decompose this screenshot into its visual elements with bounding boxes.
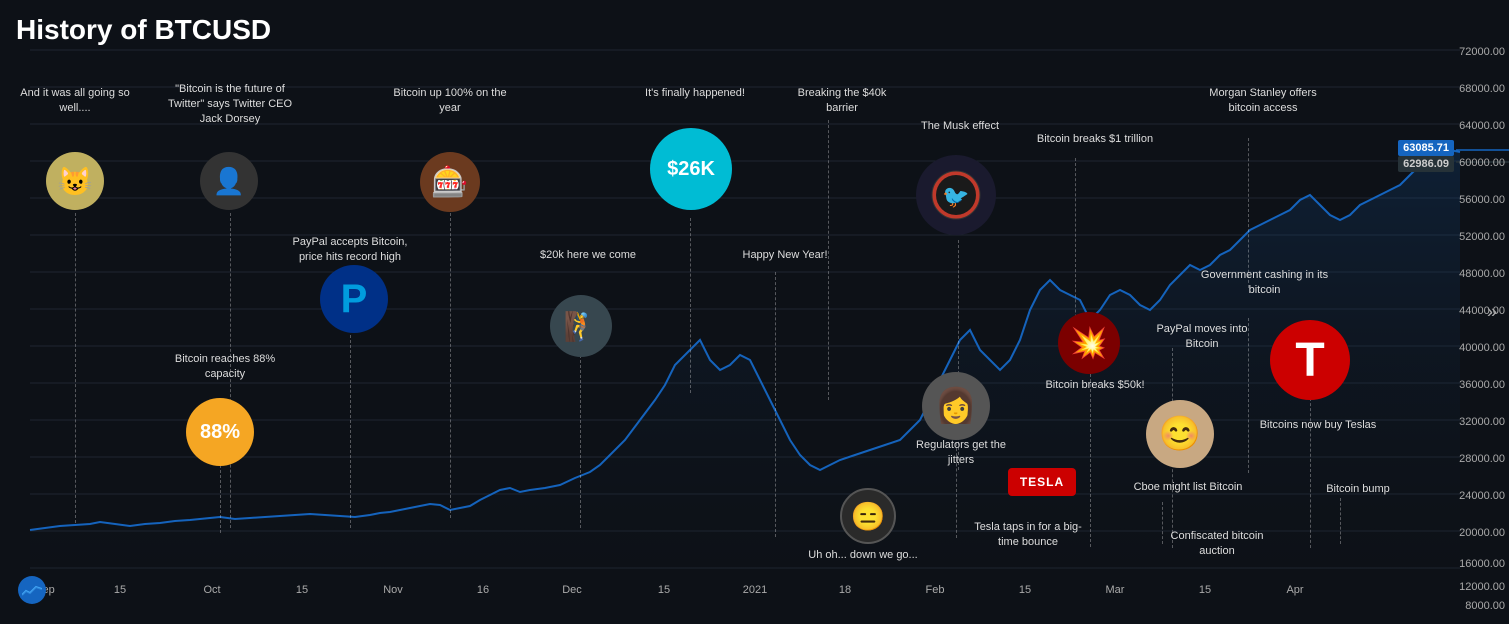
x-label-oct: Oct: [203, 584, 220, 596]
ann-icon-1: 😺: [46, 152, 104, 210]
ann-text-14: Tesla taps in for a big-time bounce: [968, 520, 1088, 550]
y-label-68k: 68000.00: [1459, 83, 1505, 95]
ann-text-4: PayPal accepts Bitcoin, price hits recor…: [285, 235, 415, 265]
ann-text-22: Bitcoin bump: [1308, 482, 1408, 497]
y-label-12k: 12000.00: [1459, 581, 1505, 593]
ann-text-6: $20k here we come: [528, 248, 648, 263]
ann-line-8: [775, 272, 776, 537]
x-label-nov: Nov: [383, 584, 403, 596]
x-label-mar15: 15: [1199, 584, 1211, 596]
ann-icon-paypal: P: [320, 265, 388, 333]
ann-text-17: Cboe might list Bitcoin: [1128, 480, 1248, 495]
ann-line-20: [1248, 318, 1249, 473]
ann-text-19: Morgan Stanley offers bitcoin access: [1193, 86, 1333, 116]
y-label-28k: 28000.00: [1459, 453, 1505, 465]
y-label-48k: 48000.00: [1459, 268, 1505, 280]
ann-icon-twitter: 🐦: [916, 155, 996, 235]
ann-icon-regulator: 👩: [922, 372, 990, 440]
ann-text-20: Government cashing in its bitcoin: [1197, 268, 1332, 298]
y-label-24k: 24000.00: [1459, 490, 1505, 502]
chart-container: History of BTCUSD 7: [0, 0, 1509, 624]
ann-text-18: Confiscated bitcoin auction: [1152, 529, 1282, 559]
ann-line-7: [690, 218, 691, 393]
x-label-mar: Mar: [1106, 584, 1125, 596]
ann-icon-woman: 😊: [1146, 400, 1214, 468]
ann-icon-88: 88%: [186, 398, 254, 466]
next-arrow[interactable]: »: [1487, 302, 1497, 323]
x-label-feb15: 15: [1019, 584, 1031, 596]
y-label-60k: 60000.00: [1459, 157, 1505, 169]
ann-text-3: Bitcoin up 100% on the year: [390, 86, 510, 116]
y-label-52k: 52000.00: [1459, 231, 1505, 243]
y-label-36k: 36000.00: [1459, 379, 1505, 391]
ann-icon-26k: $26K: [650, 128, 732, 210]
y-label-8k: 8000.00: [1465, 600, 1505, 612]
ann-icon-emoji: 😑: [840, 488, 896, 544]
y-label-20k: 20000.00: [1459, 527, 1505, 539]
x-label-dec: Dec: [562, 584, 582, 596]
ann-text-2: "Bitcoin is the future of Twitter" says …: [165, 82, 295, 127]
y-label-40k: 40000.00: [1459, 342, 1505, 354]
ann-line-19: [1248, 138, 1249, 288]
ann-line-12: [956, 443, 957, 538]
x-label-jan18: 18: [839, 584, 851, 596]
y-label-64k: 64000.00: [1459, 120, 1505, 132]
ann-line-3: [450, 213, 451, 518]
ann-text-21: Bitcoins now buy Teslas: [1258, 418, 1378, 433]
current-price-high: 63085.71: [1398, 140, 1454, 156]
ann-line-1: [75, 213, 76, 523]
ann-text-13: Bitcoin breaks $1 trillion: [1030, 132, 1160, 147]
ann-text-8: Happy New Year!: [735, 248, 835, 263]
ann-text-1: And it was all going so well....: [10, 86, 140, 116]
x-label-sep15: 15: [114, 584, 126, 596]
ann-icon-tesla-logo: T: [1270, 320, 1350, 400]
ann-text-16: PayPal moves into Bitcoin: [1142, 322, 1262, 352]
y-label-72k: 72000.00: [1459, 46, 1505, 58]
ann-text-11: The Musk effect: [900, 119, 1020, 134]
ann-icon-ladder: 🧗: [550, 295, 612, 357]
ann-icon-2: 👤: [200, 152, 258, 210]
x-label-nov16: 16: [477, 584, 489, 596]
ann-line-21: [1310, 398, 1311, 548]
ann-text-5: Bitcoin reaches 88% capacity: [165, 352, 285, 382]
ann-text-15: Bitcoin breaks $50k!: [1035, 378, 1155, 393]
ann-text-10: Uh oh... down we go...: [808, 548, 918, 563]
current-price-low: 62986.09: [1398, 156, 1454, 172]
ann-text-9: Breaking the $40k barrier: [782, 86, 902, 116]
svg-text:🐦: 🐦: [942, 184, 969, 209]
ann-line-5: [220, 465, 221, 533]
ann-icon-tesla-text: TESLA: [1008, 468, 1076, 496]
ann-text-12: Regulators get the jitters: [906, 438, 1016, 468]
ann-text-7: It's finally happened!: [635, 86, 755, 101]
x-label-apr: Apr: [1286, 584, 1303, 596]
y-label-56k: 56000.00: [1459, 194, 1505, 206]
ann-line-4: [350, 335, 351, 528]
x-label-dec15: 15: [658, 584, 670, 596]
y-label-44k: 44000.00: [1459, 305, 1505, 317]
x-label-feb: Feb: [926, 584, 945, 596]
ann-icon-3: 🎰: [420, 152, 480, 212]
ann-line-22: [1340, 498, 1341, 544]
y-label-32k: 32000.00: [1459, 416, 1505, 428]
x-label-2021: 2021: [743, 584, 767, 596]
x-label-oct15: 15: [296, 584, 308, 596]
y-label-16k: 16000.00: [1459, 558, 1505, 570]
ann-icon-explosion: 💥: [1058, 312, 1120, 374]
ann-line-9: [828, 120, 829, 400]
logo-icon: [18, 576, 46, 604]
ann-line-15: [1090, 374, 1091, 547]
